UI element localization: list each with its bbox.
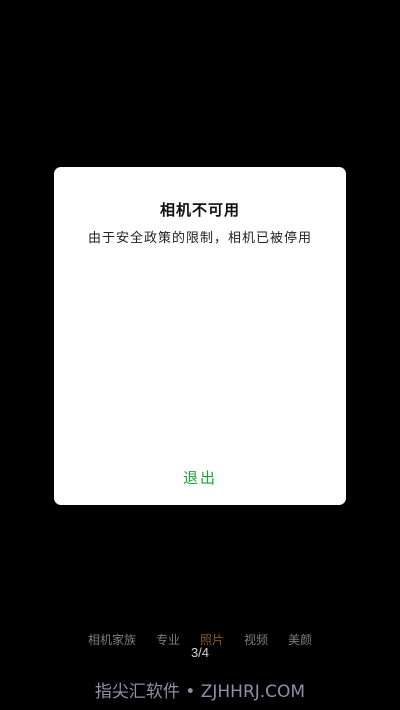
camera-screen: 相机不可用 由于安全政策的限制，相机已被停用 退出 相机家族 专业 照片 视频 … — [0, 0, 400, 710]
dialog-message: 由于安全政策的限制，相机已被停用 — [87, 231, 312, 246]
camera-unavailable-dialog: 相机不可用 由于安全政策的限制，相机已被停用 退出 — [54, 167, 346, 505]
watermark: 指尖汇软件 • ZJHHRJ.COM — [94, 682, 306, 702]
exit-button[interactable]: 退出 — [173, 465, 227, 490]
dialog-title: 相机不可用 — [159, 201, 240, 219]
page-indicator: 3/4 — [190, 645, 210, 660]
